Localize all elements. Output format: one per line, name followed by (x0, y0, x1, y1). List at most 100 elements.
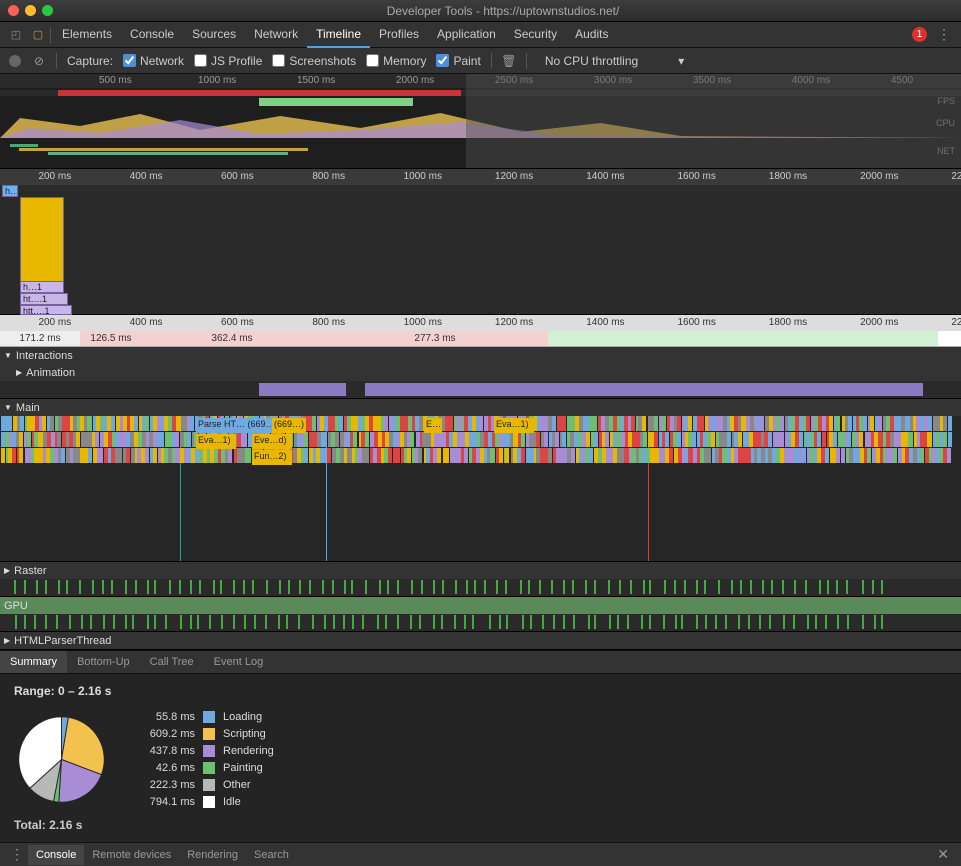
task-bar[interactable] (145, 416, 149, 431)
task-block[interactable]: (669…) (272, 418, 306, 433)
task-bar[interactable] (190, 416, 194, 431)
task-bar[interactable] (134, 416, 138, 431)
task-bar[interactable] (353, 432, 357, 447)
flame-block[interactable]: ht….1 (20, 293, 68, 305)
task-bar[interactable] (464, 448, 468, 463)
task-bar[interactable] (589, 448, 593, 463)
task-bar[interactable] (631, 416, 635, 431)
task-bar[interactable] (920, 448, 924, 463)
task-bar[interactable] (893, 448, 897, 463)
task-bar[interactable] (248, 432, 252, 447)
task-bar[interactable] (449, 416, 453, 431)
task-bar[interactable] (794, 448, 798, 463)
task-bar[interactable] (765, 416, 769, 431)
task-bar[interactable] (505, 448, 509, 463)
task-bar[interactable] (878, 432, 883, 447)
overview-panel[interactable]: 500 ms1000 ms1500 ms2000 ms2500 ms3000 m… (0, 74, 961, 169)
task-bar[interactable] (384, 416, 388, 431)
error-count-badge[interactable]: 1 (912, 27, 927, 42)
task-bar[interactable] (688, 416, 692, 431)
task-bar[interactable] (312, 416, 316, 431)
task-bar[interactable] (1, 448, 5, 463)
task-bar[interactable] (410, 432, 414, 447)
task-bar[interactable] (943, 448, 947, 463)
task-bar[interactable] (407, 448, 411, 463)
task-bar[interactable] (404, 416, 408, 431)
task-bar[interactable] (654, 416, 658, 431)
task-bar[interactable] (47, 432, 51, 447)
task-bar[interactable] (692, 432, 696, 447)
task-bar[interactable] (145, 448, 149, 463)
capture-js-profile[interactable]: JS Profile (194, 54, 262, 68)
task-bar[interactable] (836, 416, 840, 431)
task-bar[interactable] (388, 448, 392, 463)
task-block[interactable]: Fun…2) (252, 450, 292, 465)
task-bar[interactable] (928, 416, 932, 431)
task-bar[interactable] (738, 448, 742, 463)
task-bar[interactable] (886, 432, 890, 447)
task-bar[interactable] (894, 416, 898, 431)
network-segment[interactable]: 171.2 ms (0, 331, 80, 346)
task-bar[interactable] (20, 416, 24, 431)
task-bar[interactable] (722, 448, 727, 463)
capture-paint[interactable]: Paint (436, 54, 480, 68)
drawer-tab-console[interactable]: Console (28, 845, 84, 865)
flame-ruler[interactable]: 200 ms400 ms600 ms800 ms1000 ms1200 ms14… (0, 169, 961, 185)
task-bar[interactable] (490, 448, 495, 463)
task-bar[interactable] (867, 448, 871, 463)
task-bar[interactable] (859, 432, 863, 447)
task-bar[interactable] (160, 432, 164, 447)
task-bar[interactable] (847, 432, 851, 447)
task-bar[interactable] (662, 416, 666, 431)
task-bar[interactable] (920, 432, 924, 447)
capture-screenshots[interactable]: Screenshots (272, 54, 356, 68)
close-drawer-icon[interactable]: ✕ (931, 846, 955, 863)
task-bar[interactable] (19, 448, 23, 463)
drawer-tab-remote-devices[interactable]: Remote devices (84, 845, 179, 865)
task-block[interactable]: Eva…1) (494, 418, 534, 433)
task-bar[interactable] (536, 432, 540, 447)
task-bar[interactable] (948, 432, 952, 447)
task-bar[interactable] (503, 432, 507, 447)
task-bar[interactable] (323, 432, 327, 447)
task-bar[interactable] (841, 448, 845, 463)
task-bar[interactable] (61, 448, 65, 463)
main-header[interactable]: ▼Main (0, 399, 961, 416)
task-bar[interactable] (8, 416, 12, 431)
network-segment[interactable]: 277.3 ms (322, 331, 548, 346)
network-ruler[interactable]: 200 ms400 ms600 ms800 ms1000 ms1200 ms14… (0, 315, 961, 331)
task-bar[interactable] (304, 448, 308, 463)
task-bar[interactable] (833, 432, 837, 447)
capture-network[interactable]: Network (123, 54, 184, 68)
minimize-window-icon[interactable] (25, 5, 36, 16)
interactions-header[interactable]: ▼Interactions (0, 347, 961, 364)
task-bar[interactable] (863, 416, 867, 431)
task-bar[interactable] (87, 416, 92, 431)
tab-security[interactable]: Security (505, 22, 566, 48)
raster-header[interactable]: ▶Raster (0, 562, 961, 579)
task-bar[interactable] (418, 448, 422, 463)
task-block[interactable]: Parse HT… (669…) (196, 418, 272, 433)
task-bar[interactable] (115, 432, 119, 447)
tab-timeline[interactable]: Timeline (307, 22, 370, 48)
task-bar[interactable] (27, 416, 31, 431)
task-bar[interactable] (628, 432, 632, 447)
task-bar[interactable] (753, 432, 757, 447)
maximize-window-icon[interactable] (42, 5, 53, 16)
capture-memory[interactable]: Memory (366, 54, 426, 68)
task-bar[interactable] (88, 448, 92, 463)
task-bar[interactable] (73, 416, 77, 431)
details-tab-event-log[interactable]: Event Log (204, 651, 274, 673)
task-block[interactable]: Eva…1) (196, 434, 236, 449)
task-bar[interactable] (943, 416, 947, 431)
task-bar[interactable] (153, 416, 157, 431)
task-bar[interactable] (700, 416, 704, 431)
task-bar[interactable] (905, 416, 909, 431)
task-bar[interactable] (586, 432, 590, 447)
animation-bar[interactable] (365, 383, 922, 396)
task-bar[interactable] (247, 448, 251, 463)
task-bar[interactable] (327, 448, 331, 463)
tab-network[interactable]: Network (245, 22, 307, 48)
task-bar[interactable] (81, 432, 85, 447)
task-bar[interactable] (605, 432, 609, 447)
